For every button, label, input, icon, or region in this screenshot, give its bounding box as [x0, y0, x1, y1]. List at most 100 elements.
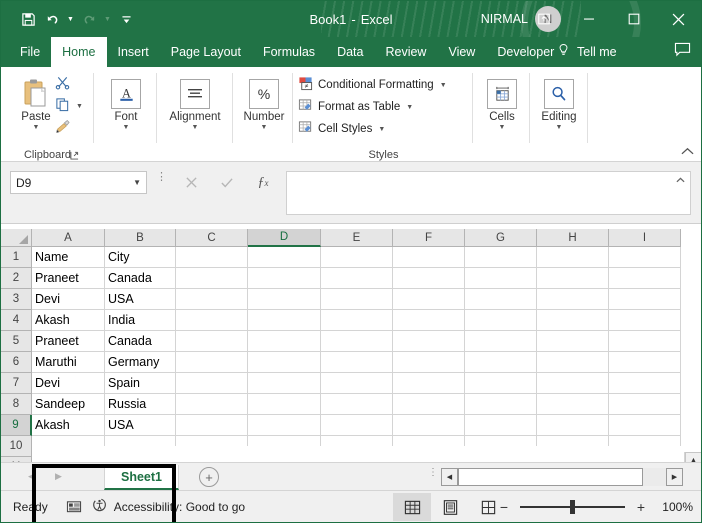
cells-button[interactable]: Cells ▼	[475, 75, 529, 132]
cell-E10[interactable]	[321, 436, 393, 446]
number-button[interactable]: % Number ▼	[237, 75, 291, 132]
cell-A10[interactable]	[32, 436, 105, 446]
row-header-3[interactable]: 3	[1, 289, 32, 310]
horizontal-scroll-track[interactable]	[458, 468, 666, 486]
cell-H8[interactable]	[537, 394, 609, 415]
font-button[interactable]: A Font ▼	[99, 75, 153, 132]
page-layout-view-icon[interactable]	[431, 493, 469, 521]
cell-E6[interactable]	[321, 352, 393, 373]
cell-B9[interactable]: USA	[105, 415, 176, 436]
cells-dropdown-icon[interactable]: ▼	[499, 124, 506, 132]
record-macro-icon[interactable]	[66, 499, 82, 514]
cell-F7[interactable]	[393, 373, 465, 394]
add-sheet-plus-icon[interactable]: +	[199, 467, 219, 487]
conditional-formatting-button[interactable]: ≠ Conditional Formatting ▼	[296, 76, 449, 94]
accessibility-status[interactable]: Accessibility: Good to go	[92, 497, 245, 516]
cancel-x-icon[interactable]	[173, 171, 209, 194]
row-header-7[interactable]: 7	[1, 373, 32, 394]
cell-B1[interactable]: City	[105, 247, 176, 268]
cell-F5[interactable]	[393, 331, 465, 352]
editing-dropdown-icon[interactable]: ▼	[556, 124, 563, 132]
cell-C2[interactable]	[176, 268, 248, 289]
cell-F6[interactable]	[393, 352, 465, 373]
cell-C6[interactable]	[176, 352, 248, 373]
copy-dropdown-icon[interactable]: ▼	[76, 103, 83, 110]
cell-F1[interactable]	[393, 247, 465, 268]
cell-E4[interactable]	[321, 310, 393, 331]
column-header-g[interactable]: G	[465, 229, 537, 247]
cell-I6[interactable]	[609, 352, 681, 373]
cell-G4[interactable]	[465, 310, 537, 331]
cell-I7[interactable]	[609, 373, 681, 394]
close-icon[interactable]	[656, 1, 701, 37]
copy-button[interactable]: ▼	[53, 97, 85, 115]
cell-C9[interactable]	[176, 415, 248, 436]
cell-I1[interactable]	[609, 247, 681, 268]
zoom-level-label[interactable]: 100%	[657, 500, 693, 514]
clipboard-dialog-launcher[interactable]	[68, 149, 80, 161]
cell-A1[interactable]: Name	[32, 247, 105, 268]
cell-H10[interactable]	[537, 436, 609, 446]
horizontal-scrollbar[interactable]: ◀ ▶	[441, 468, 683, 486]
editing-button[interactable]: Editing ▼	[532, 75, 586, 132]
collapse-ribbon-icon[interactable]	[679, 144, 695, 158]
sheet-tab-sheet1[interactable]: Sheet1	[104, 465, 179, 490]
cell-B4[interactable]: India	[105, 310, 176, 331]
cell-G1[interactable]	[465, 247, 537, 268]
cell-C4[interactable]	[176, 310, 248, 331]
cell-I10[interactable]	[609, 436, 681, 446]
cell-D6[interactable]	[248, 352, 321, 373]
cell-I5[interactable]	[609, 331, 681, 352]
comments-button[interactable]	[674, 37, 691, 67]
column-header-d[interactable]: D	[248, 229, 321, 247]
cell-G3[interactable]	[465, 289, 537, 310]
scroll-left-icon[interactable]: ◀	[441, 468, 458, 486]
column-header-c[interactable]: C	[176, 229, 248, 247]
cell-B7[interactable]: Spain	[105, 373, 176, 394]
format-as-table-button[interactable]: Format as Table ▼	[296, 98, 415, 116]
name-box[interactable]: D9 ▼	[10, 171, 147, 194]
zoom-slider-thumb[interactable]	[570, 500, 575, 514]
cell-D9[interactable]	[248, 415, 321, 436]
cell-H3[interactable]	[537, 289, 609, 310]
cell-G10[interactable]	[465, 436, 537, 446]
enter-check-icon[interactable]	[209, 171, 245, 194]
cell-D7[interactable]	[248, 373, 321, 394]
cell-H6[interactable]	[537, 352, 609, 373]
previous-sheet-icon[interactable]: ◀	[23, 466, 40, 486]
cell-I4[interactable]	[609, 310, 681, 331]
cell-G5[interactable]	[465, 331, 537, 352]
redo-dropdown-icon[interactable]: ▼	[102, 7, 113, 31]
formula-bar-grip[interactable]: ⋮	[156, 172, 167, 183]
cell-A9[interactable]: Akash	[32, 415, 105, 436]
next-sheet-icon[interactable]: ▶	[50, 466, 67, 486]
column-header-f[interactable]: F	[393, 229, 465, 247]
scroll-right-icon[interactable]: ▶	[666, 468, 683, 486]
format-painter-button[interactable]	[53, 119, 73, 137]
cell-A7[interactable]: Devi	[32, 373, 105, 394]
tab-file[interactable]: File	[9, 37, 51, 67]
cell-H9[interactable]	[537, 415, 609, 436]
cell-A4[interactable]: Akash	[32, 310, 105, 331]
cell-A5[interactable]: Praneet	[32, 331, 105, 352]
cell-C10[interactable]	[176, 436, 248, 446]
cell-I2[interactable]	[609, 268, 681, 289]
cut-button[interactable]	[53, 75, 72, 93]
row-header-1[interactable]: 1	[1, 247, 32, 268]
save-icon[interactable]	[17, 7, 39, 31]
ribbon-display-options-icon[interactable]	[521, 1, 566, 37]
cell-I8[interactable]	[609, 394, 681, 415]
zoom-slider[interactable]	[520, 499, 625, 515]
tab-review[interactable]: Review	[374, 37, 437, 67]
zoom-out-minus-icon[interactable]: −	[496, 499, 512, 515]
cell-F4[interactable]	[393, 310, 465, 331]
tab-page-layout[interactable]: Page Layout	[160, 37, 252, 67]
cell-F8[interactable]	[393, 394, 465, 415]
cell-E8[interactable]	[321, 394, 393, 415]
zoom-in-plus-icon[interactable]: +	[633, 499, 649, 515]
cell-B6[interactable]: Germany	[105, 352, 176, 373]
maximize-icon[interactable]	[611, 1, 656, 37]
cell-B2[interactable]: Canada	[105, 268, 176, 289]
cell-F10[interactable]	[393, 436, 465, 446]
cell-D1[interactable]	[248, 247, 321, 268]
